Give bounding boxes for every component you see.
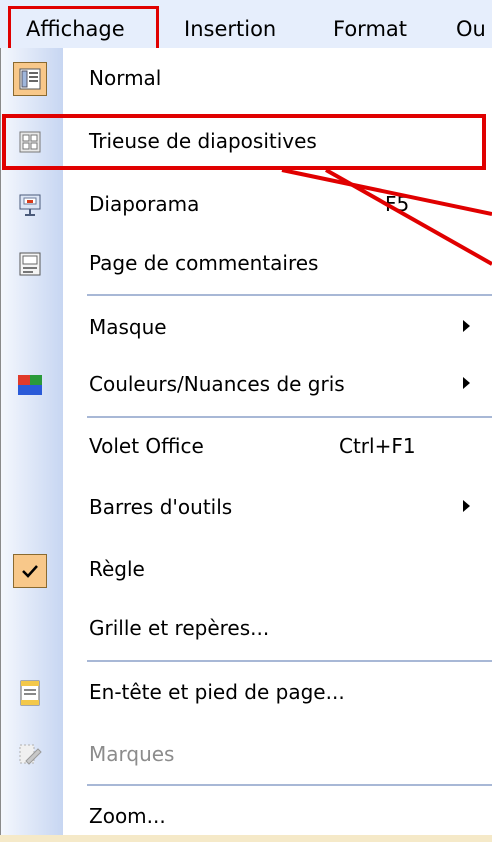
annotation-pointer-lines bbox=[281, 168, 492, 266]
